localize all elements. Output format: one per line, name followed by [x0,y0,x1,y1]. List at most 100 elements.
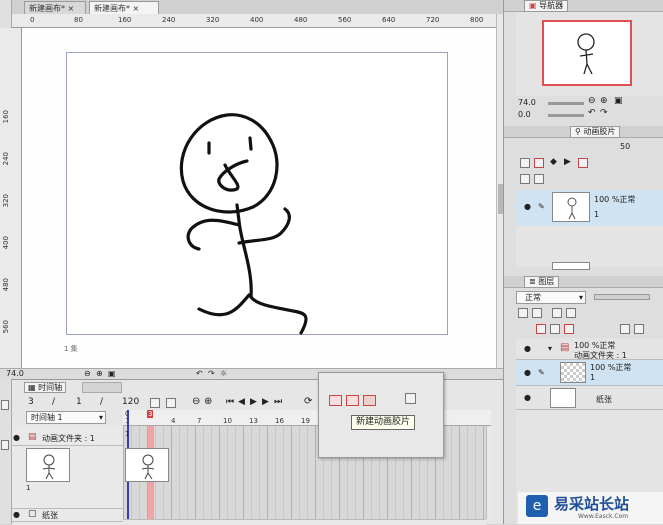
zoom-out-icon[interactable]: ⊖ [84,369,91,378]
rotate-left-icon[interactable]: ↶ [196,369,203,378]
new-folder-icon[interactable] [564,324,574,334]
cel-move-icon[interactable] [520,174,530,184]
document-tab-bar: 新建画布* × 新建画布* × [12,0,502,14]
zoom-in-icon[interactable]: ⊕ [204,396,212,407]
eye-icon[interactable]: ● [524,393,531,402]
first-frame-icon[interactable]: ⏮ [226,397,234,407]
eye-icon[interactable]: ● [13,433,20,442]
tab-timeline[interactable]: ▦ 时间轴 [24,382,67,393]
blend-mode-select[interactable]: 正常 ▾ [516,291,586,304]
zoom-value: 74.0 [6,369,24,378]
timeline-scrollbar-vertical[interactable] [486,426,494,519]
layer-row-paper[interactable]: ● 纸张 [516,386,663,410]
last-frame-icon[interactable]: ⏭ [274,397,282,407]
layer-tool-icon[interactable] [552,308,562,318]
rotate-right-icon[interactable]: ↷ [600,108,608,118]
new-timeline-icon[interactable] [150,398,160,408]
folder-icon: ▤ [28,432,37,442]
cel-add-icon[interactable] [578,158,588,168]
ruler-top-label: 0 [30,16,35,24]
timeline-select[interactable]: 时间轴 1 ▾ [26,411,106,424]
layer-row-folder[interactable]: ● ▾ ▤ 100 %正常 动画文件夹 : 1 [516,338,663,360]
canvas-scrollbar-vertical[interactable] [496,14,503,370]
navigator-header: ▣ 导航器 [504,0,663,12]
fit-icon[interactable]: ▣ [108,369,116,378]
anim-cel-header: ⚲ 动画胶片 [504,126,663,138]
canvas-page[interactable] [66,52,448,335]
watermark-subtitle: Www.Easck.Com [578,513,629,520]
navigator-rotation-value[interactable]: 0.0 [518,110,531,119]
cel-option-icon[interactable] [405,393,416,404]
current-frame-value[interactable]: 3 [28,397,34,407]
eye-icon[interactable]: ● [524,368,531,377]
expand-icon[interactable]: ▾ [548,344,552,353]
anim-cel-icon: ⚲ [575,127,581,136]
new-cel-folder-icon[interactable] [346,395,359,406]
zoom-out-icon[interactable]: ⊖ [588,96,596,106]
tab-document-2[interactable]: 新建画布* × [89,1,159,14]
cel-frame-thumbnail[interactable] [125,448,169,482]
layer-row-cel[interactable]: ● ✎ 100 %正常 1 [516,360,663,386]
zoom-in-icon[interactable]: ⊕ [600,96,608,106]
cel-delete-icon[interactable] [534,174,544,184]
tab-secondary[interactable] [82,382,122,393]
eye-icon[interactable]: ● [524,202,531,211]
zoom-in-icon[interactable]: ⊕ [96,369,103,378]
frame-grid-line [227,426,228,519]
prev-frame-icon[interactable]: ◀ [238,397,245,407]
anim-cel-info: 100 %正常 [594,195,636,204]
navigator-preview[interactable] [542,20,632,86]
anim-cel-row[interactable]: ● ✎ 100 %正常 1 [516,190,663,226]
track-folder[interactable]: ● ▤ 动画文件夹 : 1 [12,432,123,446]
layer-opacity-slider[interactable] [594,294,650,300]
light-table-icon[interactable] [520,158,530,168]
light-table-icon[interactable] [534,158,544,168]
frame-step-value[interactable]: 1 [76,397,82,407]
timeline-settings-icon[interactable] [166,398,176,408]
chevron-down-icon: ▾ [98,413,103,422]
rotate-right-icon[interactable]: ↷ [208,369,215,378]
close-icon[interactable]: × [133,4,140,13]
tab-anim-cel[interactable]: ⚲ 动画胶片 [570,126,621,138]
eye-icon[interactable]: ● [524,344,531,353]
new-cel-copy-icon[interactable] [363,395,376,406]
tab-navigator[interactable]: ▣ 导航器 [524,0,569,12]
frame-grid-line [259,426,260,519]
fit-icon[interactable]: ▣ [614,96,623,106]
zoom-out-icon[interactable]: ⊖ [192,396,200,407]
reset-rotation-icon[interactable]: ☼ [220,369,227,378]
navigator-controls: 74.0 ⊖ ⊕ ▣ 0.0 ↶ ↷ [516,96,663,122]
tool-icon[interactable] [1,400,9,410]
anim-cel-toolbar: 50 ◆ ▶ [516,140,663,194]
navigator-zoom-slider[interactable] [548,102,584,105]
tab-document-1[interactable]: 新建画布* × [24,1,86,14]
close-icon[interactable]: × [68,4,75,13]
layer-tool-icon[interactable] [532,308,542,318]
layer-tool-icon[interactable] [518,308,528,318]
track-paper[interactable]: ● ▢ 纸张 [12,508,123,522]
tool-icon[interactable] [1,440,9,450]
new-animation-cel-icon[interactable] [329,395,342,406]
next-frame-icon[interactable]: ▶ [262,397,269,407]
layer-mask-icon[interactable] [634,324,644,334]
new-vector-layer-icon[interactable] [550,324,560,334]
arrow-left-icon[interactable]: ◆ [550,157,557,167]
navigator-rotation-slider[interactable] [548,114,584,117]
cel-thumbnail[interactable] [26,448,70,482]
eye-icon[interactable]: ● [13,510,20,519]
play-icon[interactable]: ▶ [250,397,257,407]
navigator-zoom-value[interactable]: 74.0 [518,98,536,107]
total-frames-value[interactable]: 120 [122,397,139,407]
frame-grid-line [283,426,284,519]
opacity-value[interactable]: 50 [620,142,630,151]
anim-cel-row-secondary[interactable] [552,262,590,270]
timeline-scrollbar-horizontal[interactable] [123,519,486,525]
layer-tool-icon[interactable] [566,308,576,318]
new-raster-layer-icon[interactable] [536,324,546,334]
loop-icon[interactable]: ⟳ [304,396,312,407]
rotate-left-icon[interactable]: ↶ [588,108,596,118]
track-list: ● ▤ 动画文件夹 : 1 1 ● ▢ 纸张 [12,426,123,525]
delete-layer-icon[interactable] [620,324,630,334]
arrow-right-icon[interactable]: ▶ [564,157,571,167]
tab-layers[interactable]: ≣ 图层 [524,276,560,288]
